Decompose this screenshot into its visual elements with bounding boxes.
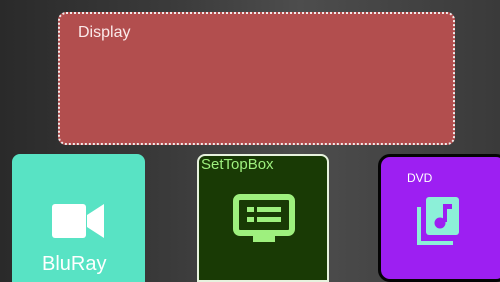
display-label: Display xyxy=(78,24,131,41)
dvd-tile[interactable]: DVD xyxy=(378,154,500,282)
bluray-label: BluRay xyxy=(42,253,107,275)
display-panel[interactable]: Display xyxy=(58,12,455,145)
settopbox-label: SetTopBox xyxy=(201,156,274,173)
settopbox-tile[interactable]: SetTopBox xyxy=(197,154,329,282)
dvd-label: DVD xyxy=(407,171,433,185)
music-library-icon xyxy=(417,197,459,245)
bluray-tile[interactable]: BluRay xyxy=(12,154,145,282)
video-camera-icon xyxy=(52,204,104,238)
tv-guide-icon xyxy=(233,194,295,242)
